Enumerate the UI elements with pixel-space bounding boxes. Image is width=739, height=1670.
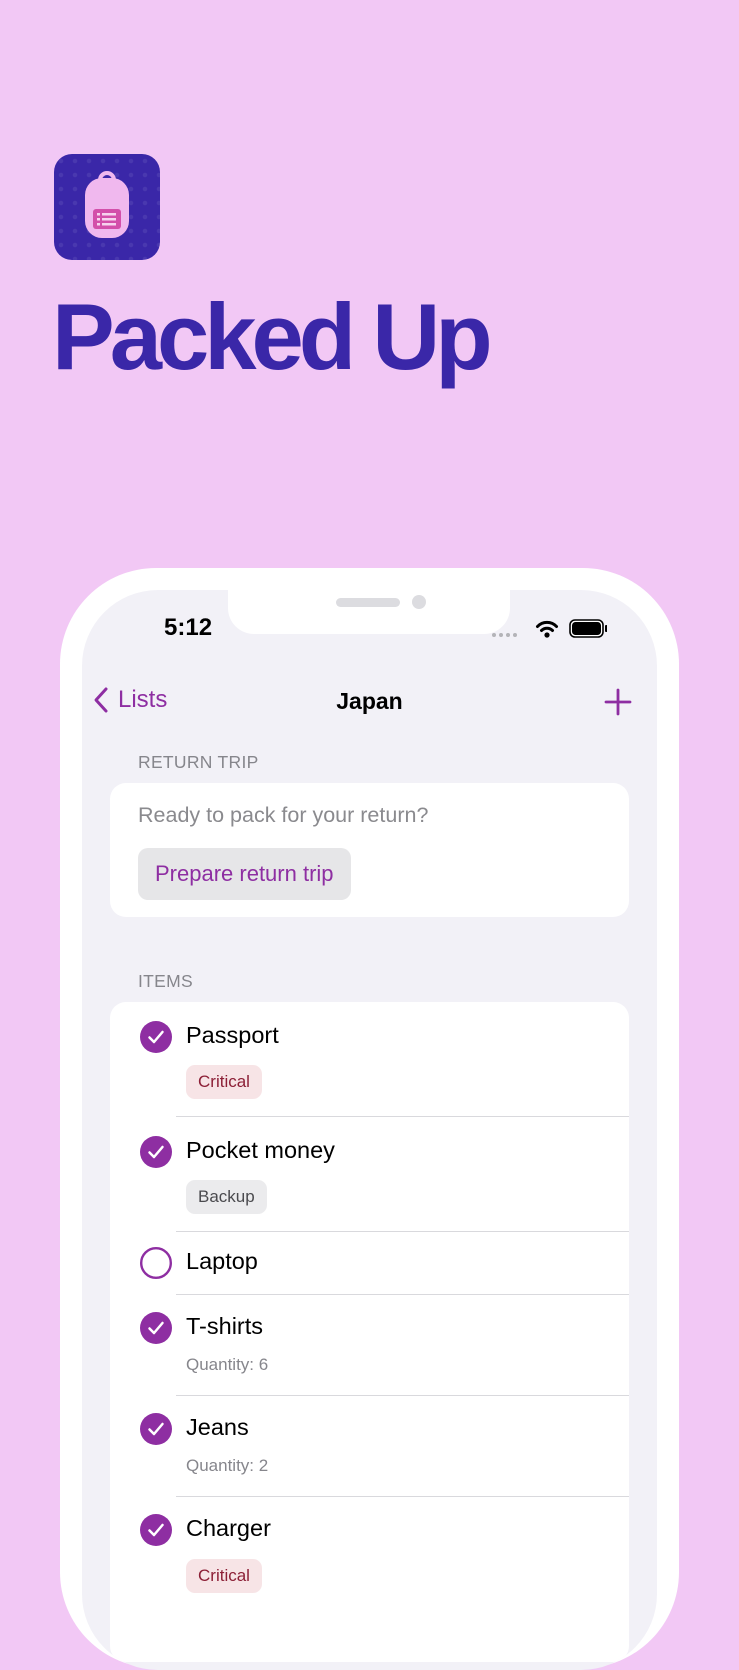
item-tag-critical: Critical bbox=[186, 1065, 262, 1099]
app-icon bbox=[54, 154, 160, 260]
list-item[interactable]: Laptop bbox=[110, 1232, 629, 1294]
return-trip-header: RETURN TRIP bbox=[138, 752, 259, 772]
list-item[interactable]: Jeans Quantity: 2 bbox=[110, 1396, 629, 1496]
prepare-return-trip-button[interactable]: Prepare return trip bbox=[138, 848, 351, 900]
list-item[interactable]: Charger Critical bbox=[110, 1497, 629, 1611]
checkmark-circle-icon[interactable] bbox=[140, 1413, 172, 1445]
empty-circle-icon[interactable] bbox=[140, 1247, 172, 1279]
item-quantity: Quantity: 2 bbox=[186, 1456, 269, 1475]
item-tag-backup: Backup bbox=[186, 1180, 267, 1214]
item-quantity: Quantity: 6 bbox=[186, 1355, 269, 1374]
battery-icon bbox=[569, 619, 607, 638]
app-title: Packed Up bbox=[52, 284, 493, 389]
list-item[interactable]: Passport Critical bbox=[110, 1002, 629, 1116]
list-item[interactable]: T-shirts Quantity: 6 bbox=[110, 1295, 629, 1395]
speaker bbox=[336, 598, 400, 607]
cellular-signal-icon bbox=[492, 633, 517, 637]
item-name: Laptop bbox=[186, 1248, 258, 1274]
return-trip-card: Ready to pack for your return? Prepare r… bbox=[110, 783, 629, 917]
nav-title: Japan bbox=[336, 688, 403, 714]
item-name: Passport bbox=[186, 1022, 279, 1048]
backpack-list-icon bbox=[85, 171, 129, 238]
items-list: Passport Critical Pocket money Backup La… bbox=[110, 1002, 629, 1662]
checkmark-circle-icon[interactable] bbox=[140, 1514, 172, 1546]
items-header: ITEMS bbox=[138, 971, 193, 991]
item-name: Jeans bbox=[186, 1414, 249, 1440]
phone-screen: 5:12 Lists Japan RETURN TRIP Ready to pa… bbox=[82, 590, 657, 1670]
item-name: Charger bbox=[186, 1515, 271, 1541]
return-trip-prompt: Ready to pack for your return? bbox=[138, 803, 429, 827]
phone-frame: 5:12 Lists Japan RETURN TRIP Ready to pa… bbox=[60, 568, 679, 1670]
camera bbox=[412, 595, 426, 609]
checkmark-circle-icon[interactable] bbox=[140, 1136, 172, 1168]
list-item[interactable]: Pocket money Backup bbox=[110, 1117, 629, 1231]
item-name: Pocket money bbox=[186, 1137, 335, 1163]
status-icons bbox=[492, 619, 607, 638]
plus-icon[interactable] bbox=[602, 686, 634, 718]
checkmark-circle-icon[interactable] bbox=[140, 1021, 172, 1053]
item-tag-critical: Critical bbox=[186, 1559, 262, 1593]
checkmark-circle-icon[interactable] bbox=[140, 1312, 172, 1344]
status-time: 5:12 bbox=[164, 614, 213, 641]
wifi-icon bbox=[536, 620, 558, 638]
notch bbox=[228, 590, 510, 634]
item-name: T-shirts bbox=[186, 1313, 264, 1339]
